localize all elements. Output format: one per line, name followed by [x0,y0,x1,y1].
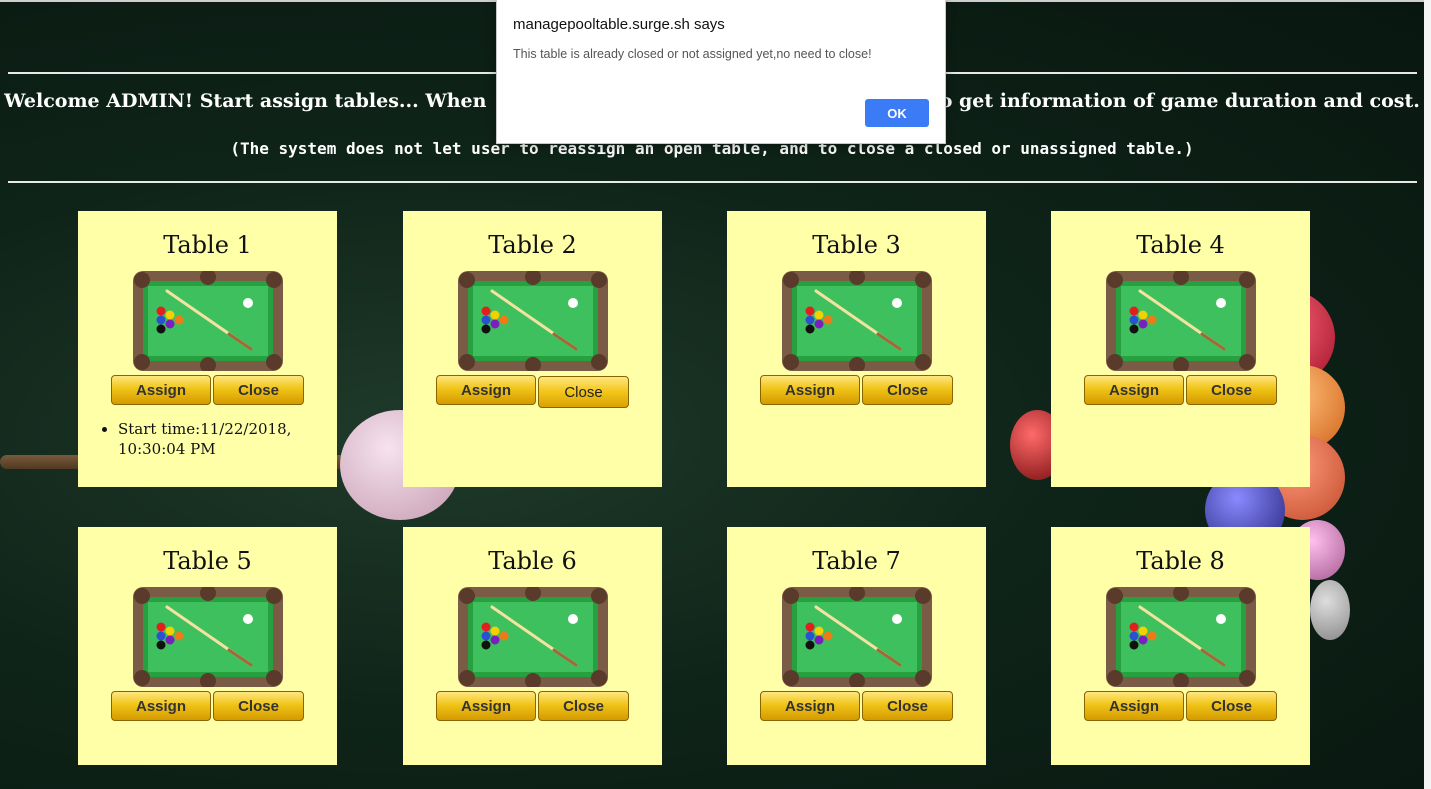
pool-table-icon [458,271,608,371]
close-button-table-2[interactable]: Close [538,376,629,408]
start-time: Start time:11/22/2018, 10:30:04 PM [118,419,337,459]
table-title: Table 7 [812,547,901,575]
table-title: Table 1 [163,231,252,259]
scrollbar-track[interactable] [1424,0,1431,789]
table-title: Table 3 [812,231,901,259]
assign-button-table-1[interactable]: Assign [111,375,211,405]
table-title: Table 6 [488,547,577,575]
table-title: Table 2 [488,231,577,259]
table-card-2: Table 2 Assign Close [403,211,662,487]
dialog-title: managepooltable.surge.sh says [513,16,725,33]
assign-button-table-7[interactable]: Assign [760,691,860,721]
assign-button-table-4[interactable]: Assign [1084,375,1184,405]
table-card-6: Table 6 Assign Close [403,527,662,765]
pool-table-icon [1106,271,1256,371]
table-card-4: Table 4 Assign Close [1051,211,1310,487]
alert-dialog: managepooltable.surge.sh says This table… [496,0,946,144]
background-ball [1310,580,1350,640]
table-title: Table 4 [1136,231,1225,259]
pool-table-icon [458,587,608,687]
pool-table-icon [782,587,932,687]
ok-button[interactable]: OK [865,99,929,127]
close-button-table-7[interactable]: Close [862,691,953,721]
pool-table-icon [1106,587,1256,687]
close-button-table-1[interactable]: Close [213,375,304,405]
close-button-table-3[interactable]: Close [862,375,953,405]
table-card-8: Table 8 Assign Close [1051,527,1310,765]
welcome-text: Welcome ADMIN! Start assign tables... Wh… [4,90,487,112]
assign-button-table-3[interactable]: Assign [760,375,860,405]
table-title: Table 5 [163,547,252,575]
assign-button-table-8[interactable]: Assign [1084,691,1184,721]
close-button-table-8[interactable]: Close [1186,691,1277,721]
close-button-table-4[interactable]: Close [1186,375,1277,405]
table-info-list: Start time:11/22/2018, 10:30:04 PM [78,419,337,459]
table-card-7: Table 7 Assign Close [727,527,986,765]
close-button-table-6[interactable]: Close [538,691,629,721]
table-title: Table 8 [1136,547,1225,575]
assign-button-table-6[interactable]: Assign [436,691,536,721]
dialog-message: This table is already closed or not assi… [513,47,872,61]
table-card-3: Table 3 Assign Close [727,211,986,487]
divider-bottom [8,181,1417,183]
assign-button-table-2[interactable]: Assign [436,375,536,405]
table-card-1: Table 1 AssignClose Start time:11/22/201… [78,211,337,487]
pool-table-icon [133,587,283,687]
table-card-5: Table 5 Assign Close [78,527,337,765]
pool-table-icon [782,271,932,371]
assign-button-table-5[interactable]: Assign [111,691,211,721]
welcome-text-tail: o get information of game duration and c… [939,90,1420,112]
close-button-table-5[interactable]: Close [213,691,304,721]
pool-table-icon [133,271,283,371]
